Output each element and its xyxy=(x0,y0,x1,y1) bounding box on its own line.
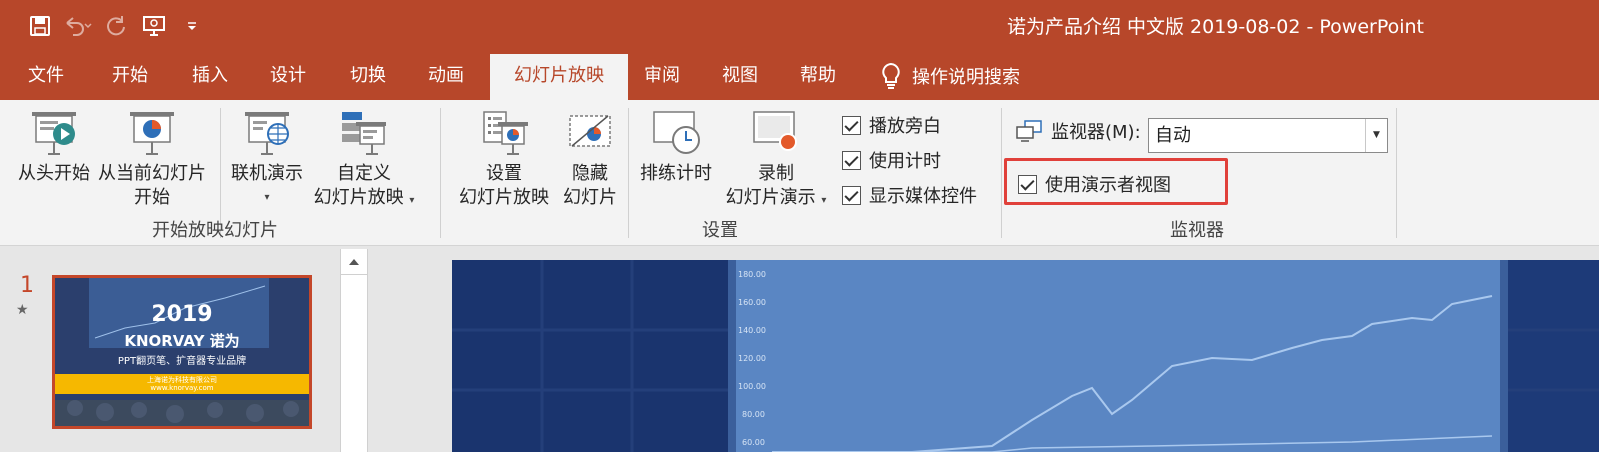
rehearse-timings-button[interactable]: 排练计时 xyxy=(634,110,718,186)
tab-transitions[interactable]: 切换 xyxy=(326,52,410,100)
axis-tick: 160.00 xyxy=(738,298,766,307)
rehearse-timings-label: 排练计时 xyxy=(640,163,712,184)
use-timings-checkbox[interactable]: 使用计时 xyxy=(842,147,941,173)
online-present-label: 联机演示 xyxy=(231,163,303,184)
scroll-up-icon[interactable] xyxy=(341,249,367,275)
presentation-pie-icon xyxy=(130,112,174,155)
custom-slideshow-label-2: 幻灯片放映 xyxy=(313,187,404,208)
from-current-button[interactable]: 从当前幻灯片 开始 xyxy=(96,110,208,210)
thumbnail-subtitle: PPT翻页笔、扩音器专业品牌 xyxy=(117,356,247,367)
tab-view[interactable]: 视图 xyxy=(698,52,782,100)
undo-icon[interactable] xyxy=(60,10,96,42)
record-slideshow-label-1: 录制 xyxy=(758,163,794,184)
online-globe-icon xyxy=(245,112,289,155)
checkbox-checked-icon xyxy=(842,115,861,135)
monitor-label-row: 监视器(M): xyxy=(1015,118,1141,144)
tab-slideshow[interactable]: 幻灯片放映 xyxy=(490,54,628,100)
monitor-icon xyxy=(1016,120,1042,142)
dropdown-arrow-icon[interactable]: ▼ xyxy=(1365,119,1387,152)
hide-slide-button[interactable]: 隐藏 幻灯片 xyxy=(560,110,620,210)
online-present-button[interactable]: 联机演示 ▾ xyxy=(228,110,306,210)
setup-slideshow-button[interactable]: 设置 幻灯片放映 xyxy=(452,110,556,210)
use-timings-label: 使用计时 xyxy=(869,151,941,172)
axis-tick: 120.00 xyxy=(738,354,766,363)
tab-file[interactable]: 文件 xyxy=(4,52,88,100)
separator xyxy=(440,108,441,238)
separator xyxy=(1001,108,1002,238)
play-narrations-checkbox[interactable]: 播放旁白 xyxy=(842,112,941,138)
online-caret-icon: ▾ xyxy=(264,192,270,203)
ribbon-panel: 从头开始 从当前幻灯片 开始 联机演示 ▾ 自定义 幻灯片放映 ▾ 开始放映幻灯… xyxy=(0,100,1599,246)
save-icon[interactable] xyxy=(22,10,58,42)
axis-tick: 80.00 xyxy=(742,410,765,419)
thumbnail-brand: KNORVAY 诺为 xyxy=(124,332,240,350)
show-media-controls-checkbox[interactable]: 显示媒体控件 xyxy=(842,182,977,208)
tab-insert[interactable]: 插入 xyxy=(168,52,252,100)
slide-thumbnail-pane: 1 ★ 2019 KNORVAY 诺为 PPT翻页笔、扩音器专业品牌 上海诺为科… xyxy=(0,247,370,452)
hide-slide-icon xyxy=(569,115,611,147)
show-media-controls-label: 显示媒体控件 xyxy=(869,186,977,207)
thumbnail-url: www.knorvay.com xyxy=(150,384,214,392)
axis-tick: 140.00 xyxy=(738,326,766,335)
setup-slideshow-icon xyxy=(483,111,528,155)
tab-help[interactable]: 帮助 xyxy=(776,52,860,100)
separator xyxy=(1396,108,1397,238)
record-slideshow-button[interactable]: 录制 幻灯片演示 ▾ xyxy=(720,110,832,213)
monitor-select[interactable]: 自动 ▼ xyxy=(1148,118,1388,153)
tab-home[interactable]: 开始 xyxy=(88,52,172,100)
main-slide[interactable]: 180.00 160.00 140.00 120.00 100.00 80.00… xyxy=(452,260,1599,452)
group-label-setup: 设置 xyxy=(702,220,738,241)
record-icon xyxy=(753,111,797,151)
hide-slide-label-2: 幻灯片 xyxy=(563,187,617,208)
custom-slideshow-button[interactable]: 自定义 幻灯片放映 ▾ xyxy=(310,110,418,213)
slide-number: 1 xyxy=(20,273,34,298)
monitor-label: 监视器(M): xyxy=(1051,122,1141,143)
record-caret-icon: ▾ xyxy=(821,195,827,206)
custom-slideshow-icon xyxy=(342,112,386,155)
axis-tick: 100.00 xyxy=(738,382,766,391)
play-narrations-label: 播放旁白 xyxy=(869,116,941,137)
quick-access-toolbar xyxy=(22,10,212,42)
custom-slideshow-label-1: 自定义 xyxy=(337,163,391,184)
axis-tick: 60.00 xyxy=(742,438,765,447)
from-current-label-1: 从当前幻灯片 xyxy=(98,163,206,184)
lightbulb-icon xyxy=(882,62,900,89)
ribbon-tabs: 文件 开始 插入 设计 切换 动画 幻灯片放映 审阅 视图 帮助 操作说明搜索 xyxy=(0,52,1599,100)
monitor-select-value: 自动 xyxy=(1155,125,1191,146)
record-slideshow-label-2: 幻灯片演示 xyxy=(725,187,816,208)
from-beginning-button[interactable]: 从头开始 xyxy=(14,110,94,186)
separator xyxy=(628,108,629,238)
rehearse-clock-icon xyxy=(653,111,700,154)
checkbox-checked-icon xyxy=(842,150,861,170)
tab-design[interactable]: 设计 xyxy=(246,52,330,100)
setup-slideshow-label-1: 设置 xyxy=(486,163,522,184)
thumbnail-scrollbar[interactable] xyxy=(340,249,368,452)
group-label-monitor: 监视器 xyxy=(1170,220,1224,241)
presentation-play-icon xyxy=(32,112,76,155)
slide-background xyxy=(452,260,1599,452)
tab-review[interactable]: 审阅 xyxy=(620,52,704,100)
tell-me-search[interactable]: 操作说明搜索 xyxy=(880,52,1020,100)
animation-star-icon: ★ xyxy=(16,302,29,318)
axis-tick: 180.00 xyxy=(738,270,766,279)
window-title: 诺为产品介绍 中文版 2019-08-02 - PowerPoint xyxy=(1006,16,1424,38)
customize-icon[interactable] xyxy=(174,10,210,42)
custom-caret-icon: ▾ xyxy=(409,195,415,206)
from-current-label-2: 开始 xyxy=(134,187,170,208)
setup-slideshow-label-2: 幻灯片放映 xyxy=(459,187,549,208)
hide-slide-label-1: 隐藏 xyxy=(572,163,608,184)
present-icon[interactable] xyxy=(136,10,172,42)
title-bar: 诺为产品介绍 中文版 2019-08-02 - PowerPoint xyxy=(0,0,1599,52)
from-beginning-label: 从头开始 xyxy=(18,163,90,184)
slide-thumbnail[interactable]: 2019 KNORVAY 诺为 PPT翻页笔、扩音器专业品牌 上海诺为科技有限公… xyxy=(52,275,312,429)
tab-animations[interactable]: 动画 xyxy=(404,52,488,100)
thumbnail-year: 2019 xyxy=(151,302,213,327)
slide-editing-area: 180.00 160.00 140.00 120.00 100.00 80.00… xyxy=(370,247,1599,452)
group-label-start: 开始放映幻灯片 xyxy=(152,220,278,241)
checkbox-checked-icon xyxy=(842,185,861,205)
presenter-view-highlight xyxy=(1004,158,1228,205)
tell-me-label: 操作说明搜索 xyxy=(912,67,1020,88)
redo-icon[interactable] xyxy=(98,10,134,42)
